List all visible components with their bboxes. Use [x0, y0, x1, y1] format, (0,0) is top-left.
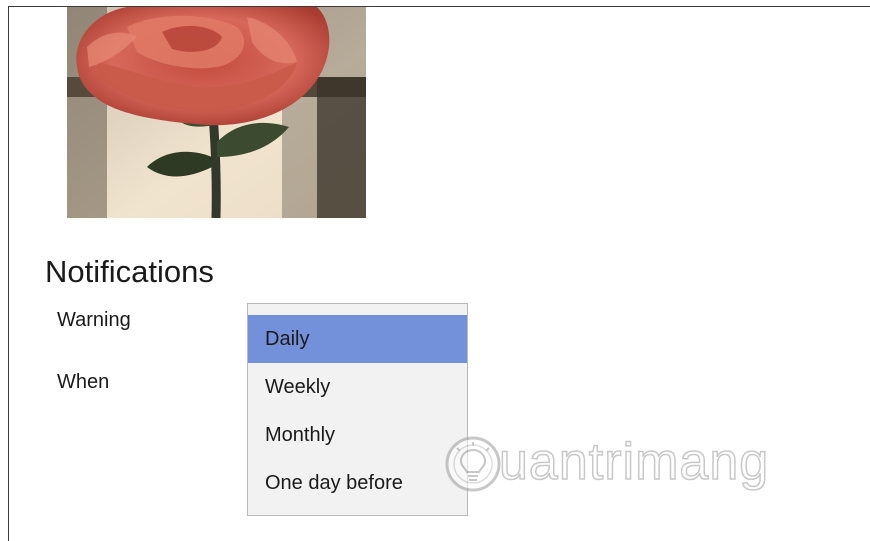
notifications-heading: Notifications: [45, 254, 214, 289]
watermark-text: uantrimang: [498, 432, 770, 492]
dropdown-option-one-day-before[interactable]: One day before: [248, 459, 467, 507]
rose-image: [67, 7, 366, 218]
when-label: When: [57, 371, 110, 393]
dropdown-option-daily[interactable]: Daily: [248, 315, 467, 363]
window-left-border: [8, 6, 9, 541]
dropdown-option-weekly[interactable]: Weekly: [248, 363, 467, 411]
watermark: uantrimang: [443, 430, 773, 502]
warning-label: Warning: [57, 309, 131, 331]
dropdown-option-monthly[interactable]: Monthly: [248, 411, 467, 459]
frequency-dropdown-list[interactable]: Daily Weekly Monthly One day before: [247, 303, 468, 516]
